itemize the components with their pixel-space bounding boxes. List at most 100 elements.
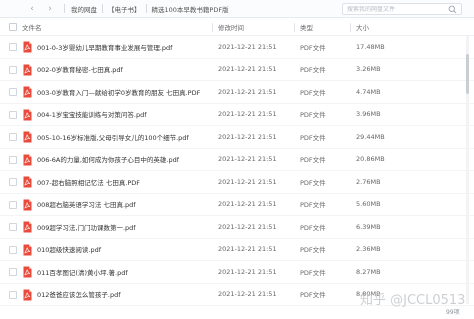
pdf-file-icon <box>23 64 32 75</box>
breadcrumb-item-current-folder[interactable]: 精选100本早教书籍PDF版 <box>150 4 231 14</box>
column-header-type[interactable]: 类型 <box>300 22 313 32</box>
row-checkbox[interactable] <box>9 290 17 299</box>
row-checkbox[interactable] <box>9 65 17 74</box>
table-row[interactable]: 010超级快速阅读.pdf 2021-12-21 21:51 PDF文件 2.36MB <box>0 239 474 261</box>
file-type: PDF文件 <box>300 66 326 75</box>
vertical-scrollbar[interactable] <box>466 36 469 304</box>
file-name[interactable]: 001-0-3岁婴幼儿早期教育事业发展与管理.pdf <box>37 42 172 52</box>
pdf-file-icon <box>23 109 32 120</box>
file-type: PDF文件 <box>300 291 326 300</box>
file-modified-date: 2021-12-21 21:51 <box>218 155 277 164</box>
file-size: 20.86MB <box>356 155 385 164</box>
table-row[interactable]: 004-1岁宝宝技能训练与对策问答.pdf 2021-12-21 21:51 PDF… <box>0 104 474 126</box>
file-type: PDF文件 <box>300 156 326 165</box>
file-name[interactable]: 012爸爸应该怎么管孩子.pdf <box>37 289 121 299</box>
row-checkbox[interactable] <box>9 268 17 276</box>
file-modified-date: 2021-12-21 21:51 <box>218 132 277 141</box>
row-checkbox[interactable] <box>9 88 17 96</box>
file-modified-date: 2021-12-21 21:51 <box>218 290 277 299</box>
file-name[interactable]: 002-0岁教育秘密-七田真.pdf <box>37 64 123 74</box>
table-header: 文件名 修改时间 类型 大小 <box>0 19 474 36</box>
column-header-size[interactable]: 大小 <box>356 22 369 32</box>
row-checkbox[interactable] <box>9 200 17 209</box>
column-divider[interactable] <box>212 23 213 32</box>
breadcrumb-item-ebooks[interactable]: 【电子书】 <box>106 4 143 14</box>
divider <box>64 4 65 13</box>
select-all-checkbox[interactable] <box>9 23 17 31</box>
file-modified-date: 2021-12-21 21:51 <box>218 65 277 74</box>
file-size: 2.76MB <box>356 177 381 186</box>
watermark: 知乎 @JCCL0513 <box>360 289 465 308</box>
file-size: 17.48MB <box>356 42 385 51</box>
table-row[interactable]: 003-0岁教育入门—献给初学0岁教育的朋友 七田真.PDF 2021-12-21… <box>0 81 474 104</box>
file-size: 8.27MB <box>356 267 381 276</box>
file-modified-date: 2021-12-21 21:51 <box>218 42 277 51</box>
watermark-text: 知乎 @JCCL0513 <box>360 293 466 308</box>
breadcrumb-item-my-drive[interactable]: 我的网盘 <box>69 4 99 14</box>
column-header-name[interactable]: 文件名 <box>22 22 42 32</box>
row-checkbox[interactable] <box>9 110 17 119</box>
back-arrow-icon[interactable]: ‹ <box>25 2 39 16</box>
row-checkbox[interactable] <box>9 43 17 51</box>
breadcrumb-divider <box>145 4 147 13</box>
table-row[interactable]: 007-超右脑照相记忆法 七田真.PDF 2021-12-21 21:51 PDF文… <box>0 171 474 194</box>
file-name[interactable]: 005-10-16岁标准版,父母引导女儿的100个细节.pdf <box>37 132 189 142</box>
file-type: PDF文件 <box>300 133 326 142</box>
file-modified-date: 2021-12-21 21:51 <box>218 87 277 96</box>
search-input[interactable] <box>347 5 447 13</box>
file-type: PDF文件 <box>300 268 326 277</box>
file-size: 5.60MB <box>356 200 381 209</box>
column-header-date[interactable]: 修改时间 <box>218 22 244 32</box>
file-size: 29.44MB <box>356 132 385 141</box>
pdf-file-icon <box>23 41 32 53</box>
file-name[interactable]: 006-6A的力量,如何成为你孩子心目中的英雄.pdf <box>37 154 179 164</box>
file-modified-date: 2021-12-21 21:51 <box>218 200 277 209</box>
pdf-file-icon <box>23 244 32 255</box>
breadcrumb-divider <box>102 4 103 13</box>
file-type: PDF文件 <box>300 43 326 52</box>
search-icon[interactable] <box>448 5 457 14</box>
file-type: PDF文件 <box>300 201 326 210</box>
file-size: 3.26MB <box>356 65 381 74</box>
file-modified-date: 2021-12-21 21:51 <box>218 110 277 119</box>
file-name[interactable]: 004-1岁宝宝技能训练与对策问答.pdf <box>37 109 147 119</box>
scrollbar-thumb[interactable] <box>466 54 469 94</box>
pdf-file-icon <box>23 266 32 278</box>
table-row[interactable]: 008超右脑英语学习法 七田真.pdf 2021-12-21 21:51 PDF文件… <box>0 194 474 216</box>
row-checkbox[interactable] <box>9 133 17 141</box>
pdf-file-icon <box>23 289 32 300</box>
file-size: 3.96MB <box>356 110 381 119</box>
pdf-file-icon <box>23 86 32 98</box>
table-row[interactable]: 005-10-16岁标准版,父母引导女儿的100个细节.pdf 2021-12-2… <box>0 126 474 149</box>
search-box[interactable] <box>342 3 462 15</box>
row-checkbox[interactable] <box>9 223 17 231</box>
file-type: PDF文件 <box>300 178 326 187</box>
table-row[interactable]: 001-0-3岁婴幼儿早期教育事业发展与管理.pdf 2021-12-21 21:… <box>0 36 474 59</box>
file-name[interactable]: 003-0岁教育入门—献给初学0岁教育的朋友 七田真.PDF <box>37 87 200 97</box>
row-checkbox[interactable] <box>9 155 17 164</box>
row-checkbox[interactable] <box>9 245 17 254</box>
column-divider[interactable] <box>350 23 351 32</box>
file-modified-date: 2021-12-21 21:51 <box>218 222 277 231</box>
item-count: 99项 <box>446 309 460 316</box>
file-size: 4.74MB <box>356 87 381 96</box>
file-list: 001-0-3岁婴幼儿早期教育事业发展与管理.pdf 2021-12-21 21:… <box>0 36 474 306</box>
column-divider[interactable] <box>294 23 295 32</box>
forward-arrow-icon[interactable]: › <box>43 2 57 16</box>
table-row[interactable]: 009超学习法,门门功课数第一.pdf 2021-12-21 21:51 PDF文件… <box>0 216 474 239</box>
file-type: PDF文件 <box>300 246 326 255</box>
pdf-file-icon <box>23 221 32 233</box>
file-name[interactable]: 007-超右脑照相记忆法 七田真.PDF <box>37 177 140 187</box>
file-modified-date: 2021-12-21 21:51 <box>218 245 277 254</box>
table-row[interactable]: 002-0岁教育秘密-七田真.pdf 2021-12-21 21:51 PDF文件 3… <box>0 59 474 81</box>
row-checkbox[interactable] <box>9 178 17 186</box>
pdf-file-icon <box>23 199 32 210</box>
file-type: PDF文件 <box>300 111 326 120</box>
file-name[interactable]: 011百孝图记(清)黄小坪.著.pdf <box>37 267 128 277</box>
file-name[interactable]: 010超级快速阅读.pdf <box>37 244 101 254</box>
table-row[interactable]: 011百孝图记(清)黄小坪.著.pdf 2021-12-21 21:51 PDF文件… <box>0 261 474 284</box>
file-modified-date: 2021-12-21 21:51 <box>218 267 277 276</box>
file-name[interactable]: 008超右脑英语学习法 七田真.pdf <box>37 199 136 209</box>
file-name[interactable]: 009超学习法,门门功课数第一.pdf <box>37 222 136 232</box>
table-row[interactable]: 006-6A的力量,如何成为你孩子心目中的英雄.pdf 2021-12-21 21… <box>0 149 474 171</box>
